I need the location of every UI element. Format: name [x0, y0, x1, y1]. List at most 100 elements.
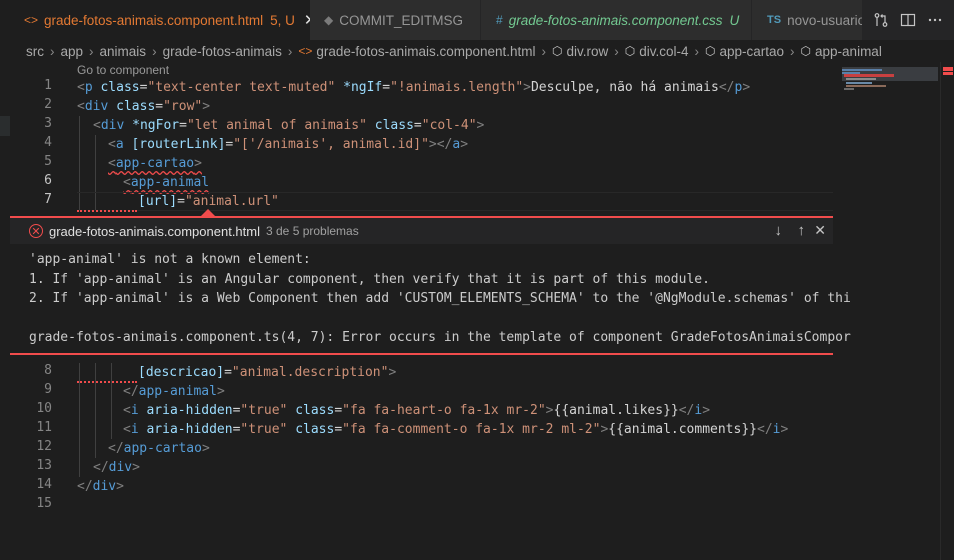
- indent-guide: [95, 363, 96, 458]
- compare-changes-icon[interactable]: [873, 12, 889, 28]
- typescript-icon: TS: [767, 14, 782, 26]
- more-actions-icon[interactable]: [927, 12, 943, 28]
- element-icon: ⬡: [624, 44, 636, 58]
- peek-problem-count: 3 de 5 problemas: [266, 224, 359, 238]
- peek-message: 'app-animal' is not a known element: 1. …: [29, 250, 851, 348]
- breadcrumb-item[interactable]: app-animal: [815, 44, 882, 59]
- editor-actions: [862, 0, 954, 40]
- breadcrumb-item[interactable]: app: [61, 44, 84, 59]
- chevron-right-icon: ›: [614, 43, 619, 59]
- chevron-right-icon: ›: [790, 43, 795, 59]
- error-squiggle: [77, 208, 137, 212]
- code-line[interactable]: </div>: [93, 458, 140, 477]
- split-editor-icon[interactable]: [900, 12, 916, 28]
- peek-message-line: 1. If 'app-animal' is an Angular compone…: [29, 271, 710, 287]
- line-number: 12: [36, 439, 52, 454]
- scrollbar-error-marker: [943, 72, 953, 75]
- line-number: 4: [44, 135, 52, 150]
- close-icon[interactable]: ✕: [814, 222, 826, 239]
- peek-file-name[interactable]: grade-fotos-animais.component.html: [49, 224, 260, 239]
- element-icon: ⬡: [705, 44, 716, 58]
- chevron-right-icon: ›: [89, 43, 94, 59]
- chevron-right-icon: ›: [152, 43, 157, 59]
- minimap-line: [846, 78, 876, 80]
- indent-guide: [111, 363, 112, 439]
- chevron-right-icon: ›: [694, 43, 700, 59]
- error-icon: ✕: [29, 224, 43, 238]
- breadcrumb-item[interactable]: grade-fotos-animais: [163, 44, 282, 59]
- element-icon: ⬡: [800, 44, 812, 58]
- line-number: 2: [44, 97, 52, 112]
- code-line[interactable]: <i aria-hidden="true" class="fa fa-comme…: [123, 420, 788, 439]
- line-number: 5: [44, 154, 52, 169]
- peek-message-line: 'app-animal' is not a known element:: [29, 252, 311, 267]
- tab-label: COMMIT_EDITMSG: [339, 12, 463, 28]
- line-number: 6: [44, 173, 52, 188]
- breadcrumb-item[interactable]: src: [26, 44, 44, 59]
- peek-message-line: [29, 309, 851, 329]
- code-line[interactable]: <div *ngFor="let animal of animais" clas…: [93, 116, 484, 135]
- line-number: 10: [36, 401, 52, 416]
- code-line[interactable]: <app-cartao>: [108, 154, 202, 173]
- code-line[interactable]: <p class="text-center text-muted" *ngIf=…: [77, 78, 750, 97]
- element-icon: ⬡: [552, 44, 563, 58]
- breadcrumb-item[interactable]: animais: [100, 44, 147, 59]
- line-number: 9: [44, 382, 52, 397]
- minimap-line: [844, 74, 894, 77]
- line-number: 7: [44, 192, 52, 207]
- breadcrumb: src › app › animais › grade-fotos-animais › …: [0, 40, 954, 62]
- line-number: 11: [36, 420, 52, 435]
- code-line[interactable]: <a [routerLink]="['/animais', animal.id]…: [108, 135, 468, 154]
- line-number: 13: [36, 458, 52, 473]
- tab-status: U: [729, 12, 740, 28]
- chevron-right-icon: ›: [287, 43, 293, 59]
- problem-peek: ✕ grade-fotos-animais.component.html 3 d…: [10, 216, 851, 355]
- chevron-right-icon: ›: [50, 43, 55, 59]
- breadcrumb-item[interactable]: div.col-4: [639, 44, 688, 59]
- minimap-line: [844, 88, 854, 90]
- arrow-up-icon[interactable]: ↑: [798, 222, 806, 239]
- peek-header: ✕ grade-fotos-animais.component.html 3 d…: [10, 218, 833, 244]
- code-line[interactable]: </app-cartao>: [108, 439, 210, 458]
- tab-label: grade-fotos-animais.component.css: [508, 12, 723, 28]
- scrollbar-error-marker: [943, 67, 953, 71]
- code-line[interactable]: </div>: [77, 477, 124, 496]
- tab-status: 5, U: [270, 12, 295, 28]
- gutter-marker: [0, 116, 10, 136]
- html-file-icon: <>: [24, 13, 39, 27]
- tab-bar: <> grade-fotos-animais.component.html 5,…: [0, 0, 954, 40]
- breadcrumb-item[interactable]: div.row: [566, 44, 608, 59]
- html-file-icon: <>: [298, 44, 313, 58]
- vertical-scrollbar[interactable]: [940, 62, 954, 560]
- tab-label: grade-fotos-animais.component.html: [44, 12, 264, 28]
- code-line[interactable]: [descricao]="animal.description">: [138, 363, 396, 382]
- line-number: 1: [44, 78, 52, 93]
- line-number: 3: [44, 116, 52, 131]
- minimap[interactable]: [840, 62, 940, 560]
- tab-commit-editmsg[interactable]: ◆ COMMIT_EDITMSG: [310, 0, 480, 40]
- line-number: 14: [36, 477, 52, 492]
- git-commit-icon: ◆: [324, 13, 334, 27]
- minimap-line: [846, 82, 872, 84]
- tab-ts-file[interactable]: TS novo-usuario: [752, 0, 872, 40]
- minimap-line: [842, 69, 882, 71]
- arrow-down-icon[interactable]: ↓: [775, 222, 783, 239]
- peek-message-line: grade-fotos-animais.component.ts(4, 7): …: [29, 330, 851, 345]
- tab-label: novo-usuario: [787, 12, 866, 28]
- peek-message-line: 2. If 'app-animal' is a Web Component th…: [29, 291, 851, 306]
- code-line[interactable]: </app-animal>: [123, 382, 225, 401]
- codelens-go-to-component[interactable]: Go to component: [77, 63, 169, 77]
- tab-html-file[interactable]: <> grade-fotos-animais.component.html 5,…: [0, 0, 316, 40]
- code-line[interactable]: <div class="row">: [77, 97, 210, 116]
- peek-arrow: [201, 209, 215, 216]
- chevron-right-icon: ›: [541, 43, 547, 59]
- breadcrumb-item[interactable]: grade-fotos-animais.component.html: [316, 44, 535, 59]
- tab-css-file[interactable]: # grade-fotos-animais.component.css U: [481, 0, 751, 40]
- line-number: 15: [36, 496, 52, 511]
- breadcrumb-item[interactable]: app-cartao: [720, 44, 785, 59]
- code-line[interactable]: <app-animal: [123, 173, 209, 192]
- code-line[interactable]: <i aria-hidden="true" class="fa fa-heart…: [123, 401, 710, 420]
- line-number: 8: [44, 363, 52, 378]
- minimap-line: [846, 85, 886, 87]
- css-file-icon: #: [496, 13, 503, 27]
